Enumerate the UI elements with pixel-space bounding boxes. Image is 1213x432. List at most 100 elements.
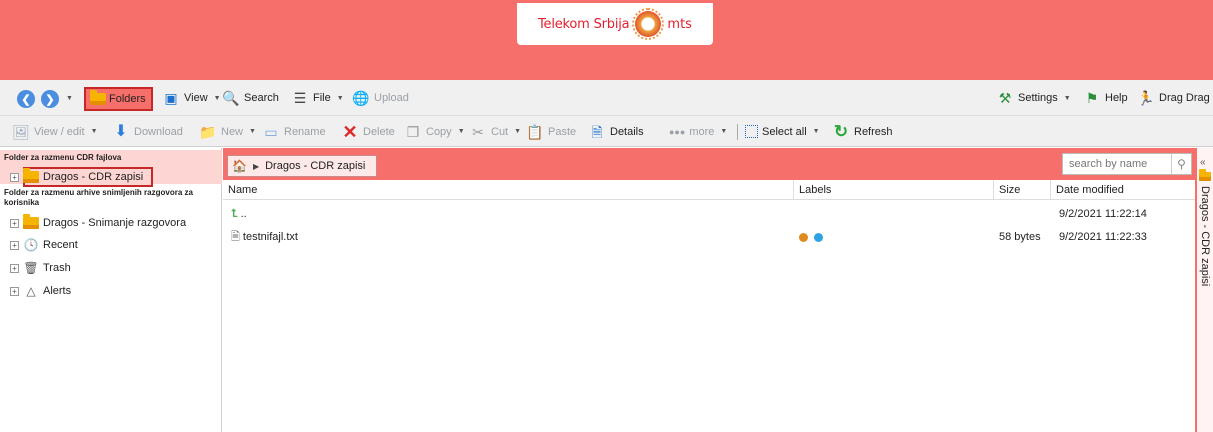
bell-icon: △ — [26, 284, 36, 298]
file-grid-header: Name Labels Size Date modified — [223, 180, 1195, 200]
column-header-date[interactable]: Date modified — [1051, 180, 1195, 200]
trash-icon: 🗑 — [23, 261, 39, 275]
chevron-down-icon: ▼ — [213, 94, 221, 102]
select-all-icon — [745, 125, 758, 138]
refresh-icon: ↻ — [833, 122, 849, 141]
refresh-button[interactable]: ↻ Refresh — [832, 116, 893, 147]
table-row[interactable]: 🗎 testnifajl.txt 58 bytes 9/2/2021 11:22… — [223, 226, 1195, 248]
tree-group-label: Folder za razmenu arhive snimljenih razg… — [4, 188, 193, 207]
drag-button[interactable]: 🏃 Drag Drag — [1137, 80, 1209, 116]
more-button[interactable]: ●●● more ▼ — [669, 116, 727, 147]
collapse-chevron-icon[interactable]: « — [1200, 157, 1206, 168]
image-edit-icon: 🖼 — [12, 123, 30, 140]
details-button[interactable]: 🗎 Details — [588, 116, 643, 147]
breadcrumb-current[interactable]: Dragos - CDR zapisi — [265, 160, 365, 172]
brand-name: Telekom Srbija — [538, 16, 630, 32]
breadcrumb: 🏠 ▶ Dragos - CDR zapisi — [227, 155, 377, 177]
scissors-icon: ✂ — [472, 123, 484, 140]
more-label: more — [689, 125, 715, 138]
upload-button[interactable]: 🌐 Upload — [352, 80, 409, 116]
tree-item-alerts[interactable]: + △ Alerts — [10, 282, 71, 300]
chevron-down-icon: ▼ — [812, 128, 820, 135]
clock-icon: 🕓 — [23, 238, 39, 252]
column-header-labels[interactable]: Labels — [794, 180, 994, 200]
view-icon: ▣ — [164, 90, 178, 106]
folders-button[interactable]: Folders — [84, 87, 153, 111]
chevron-down-icon: ▼ — [66, 94, 73, 102]
view-edit-button[interactable]: 🖼 View / edit ▼ — [12, 116, 98, 147]
forward-arrow-icon[interactable]: ❯ — [41, 90, 59, 108]
copy-label: Copy — [426, 125, 452, 138]
tree-item-recent[interactable]: + 🕓 Recent — [10, 236, 78, 254]
settings-icon: ⚒ — [998, 90, 1012, 106]
globe-upload-icon: 🌐 — [352, 90, 370, 106]
copy-button[interactable]: ❐ Copy ▼ — [404, 116, 465, 147]
expand-icon[interactable]: + — [10, 263, 19, 273]
chevron-down-icon: ▼ — [90, 128, 98, 135]
download-icon: ⬇ — [114, 122, 128, 140]
cut-button[interactable]: ✂ Cut ▼ — [469, 116, 521, 147]
chevron-right-icon: ▶ — [252, 161, 260, 171]
drag-person-icon: 🏃 — [1137, 90, 1155, 106]
delete-label: Delete — [363, 125, 395, 138]
copy-icon: ❐ — [406, 123, 420, 140]
tree-item-cdr-zapisi[interactable]: + Dragos - CDR zapisi — [10, 168, 143, 186]
toolbar-divider — [737, 124, 738, 140]
expand-icon[interactable]: + — [10, 172, 19, 182]
column-header-name[interactable]: Name — [223, 180, 794, 200]
select-all-button[interactable]: Select all ▼ — [745, 116, 820, 147]
download-label: Download — [134, 125, 183, 138]
paste-icon: 📋 — [526, 123, 544, 140]
paste-label: Paste — [548, 125, 577, 138]
file-name: .. — [240, 208, 247, 220]
upload-label: Upload — [374, 92, 409, 104]
table-row[interactable]: ⮤ .. 9/2/2021 11:22:14 — [223, 203, 1195, 225]
help-icon: ⚑ — [1085, 90, 1099, 106]
chevron-down-icon: ▼ — [720, 128, 728, 135]
download-button[interactable]: ⬇ Download — [112, 116, 183, 147]
paste-button[interactable]: 📋 Paste — [526, 116, 576, 147]
text-file-icon: 🗎 — [231, 231, 240, 243]
date-cell: 9/2/2021 11:22:14 — [1059, 208, 1147, 220]
search-icon[interactable]: ⚲ — [1171, 154, 1191, 174]
tree-item-label: Alerts — [43, 285, 72, 297]
tree-item-snimanje-razgovora[interactable]: + Dragos - Snimanje razgovora — [10, 214, 186, 232]
rename-button[interactable]: ▭ Rename — [262, 116, 326, 147]
search-input[interactable] — [1063, 154, 1171, 174]
chevron-down-icon: ▼ — [514, 128, 522, 135]
help-button[interactable]: ⚑ Help — [1083, 80, 1128, 116]
mts-logo-icon — [632, 8, 665, 40]
label-blue-dot[interactable] — [814, 232, 824, 242]
expand-icon[interactable]: + — [10, 240, 19, 250]
label-orange-dot[interactable] — [799, 232, 808, 242]
expand-icon[interactable]: + — [10, 286, 19, 296]
settings-menu[interactable]: ⚒ Settings ▼ — [996, 80, 1071, 116]
parent-folder-up-icon: ⮤ — [231, 208, 238, 220]
back-arrow-icon[interactable]: ❮ — [17, 90, 35, 108]
home-icon[interactable]: 🏠 — [232, 159, 247, 173]
chevron-down-icon: ▼ — [457, 128, 465, 135]
expand-icon[interactable]: + — [10, 218, 19, 228]
tree-group-label: Folder za razmenu CDR fajlova — [4, 153, 122, 162]
column-header-size[interactable]: Size — [994, 180, 1051, 200]
brand-logo: Telekom Srbija mts — [517, 3, 713, 45]
history-dropdown[interactable]: ▼ — [64, 80, 73, 116]
search-button[interactable]: 🔍 Search — [222, 80, 279, 116]
header-banner: Telekom Srbija mts — [0, 0, 1213, 80]
tree-item-trash[interactable]: + 🗑 Trash — [10, 259, 71, 277]
file-name: testnifajl.txt — [242, 231, 298, 243]
new-button[interactable]: 📁 New ▼ — [199, 116, 256, 147]
rename-label: Rename — [284, 125, 326, 138]
delete-x-icon: ✕ — [342, 121, 358, 142]
tree-item-label: Dragos - Snimanje razgovora — [43, 217, 187, 229]
tree-item-label: Dragos - CDR zapisi — [43, 171, 144, 183]
chevron-down-icon: ▼ — [249, 128, 256, 135]
folder-icon — [1199, 169, 1211, 184]
settings-label: Settings — [1018, 92, 1058, 104]
tree-item-label: Recent — [43, 239, 78, 251]
delete-button[interactable]: ✕ Delete — [341, 116, 395, 147]
tree-item-label: Trash — [43, 262, 71, 274]
date-cell: 9/2/2021 11:22:33 — [1059, 231, 1147, 243]
file-menu[interactable]: ☰ File ▼ — [291, 80, 344, 116]
view-menu[interactable]: ▣ View ▼ — [162, 80, 221, 116]
